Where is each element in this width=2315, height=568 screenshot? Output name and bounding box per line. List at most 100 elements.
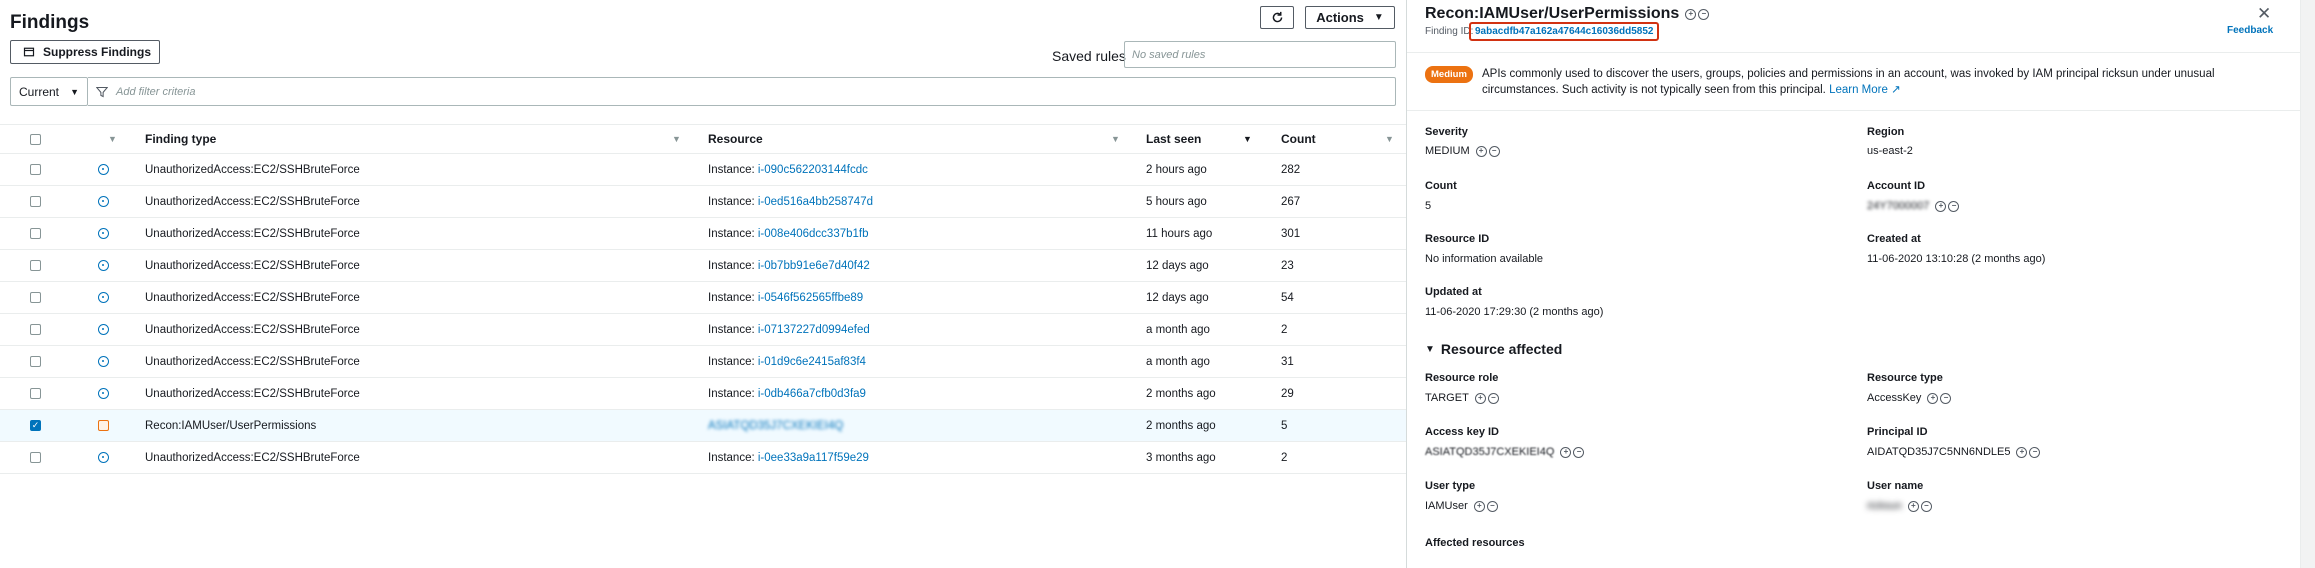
col-last-seen[interactable]: Last seen (1146, 125, 1201, 153)
row-checkbox[interactable] (30, 292, 41, 303)
resource-link[interactable]: i-0ee33a9a117f59e29 (758, 452, 869, 464)
zoom-out-icon[interactable]: − (1487, 392, 1499, 404)
resource-cell: Instance: i-0ee33a9a117f59e29 (708, 442, 869, 473)
table-row[interactable]: UnauthorizedAccess:EC2/SSHBruteForce Inst… (0, 154, 1406, 186)
resource-link[interactable]: i-008e406dcc337b1fb (758, 228, 869, 240)
count-cell: 282 (1281, 163, 1301, 176)
resource-link[interactable]: i-0ed516a4bb258747d (758, 196, 873, 208)
row-checkbox[interactable] (30, 228, 41, 239)
select-all-checkbox[interactable] (30, 133, 41, 145)
table-row[interactable]: UnauthorizedAccess:EC2/SSHBruteForce Inst… (0, 186, 1406, 218)
row-checkbox[interactable] (30, 388, 41, 399)
finding-id-value[interactable]: 9abacdfb47a162a47644c16036dd5852 (1469, 22, 1660, 41)
feedback-link[interactable]: Feedback (2227, 25, 2273, 36)
row-checkbox[interactable] (30, 260, 41, 271)
resource-affected-section[interactable]: ▼ Resource affected (1425, 341, 1562, 357)
count-cell: 31 (1281, 355, 1294, 368)
row-checkbox[interactable] (30, 324, 41, 335)
current-filter-select[interactable]: Current ▼ (10, 77, 88, 106)
zoom-in-icon[interactable]: + (1473, 500, 1485, 512)
col-resource[interactable]: Resource (708, 125, 763, 153)
zoom-in-icon[interactable]: + (1927, 392, 1939, 404)
row-checkbox[interactable] (30, 452, 41, 463)
refresh-button[interactable] (1260, 6, 1294, 29)
detail-title-text: Recon:IAMUser/UserPermissions (1425, 5, 1680, 22)
resource-prefix: Instance: (708, 163, 758, 176)
learn-more-link[interactable]: Learn More ↗ (1829, 84, 1901, 96)
severity-badge: Medium (1425, 66, 1473, 83)
table-row[interactable]: UnauthorizedAccess:EC2/SSHBruteForce Inst… (0, 442, 1406, 474)
table-row[interactable]: ✓ Recon:IAMUser/UserPermissions ASIATQD35J… (0, 410, 1406, 442)
filter-caret-icon[interactable]: ▼ (672, 134, 681, 144)
filter-input[interactable]: Add filter criteria (88, 77, 1396, 106)
resource-link[interactable]: i-0b7bb91e6e7d40f42 (758, 260, 870, 272)
table-row[interactable]: UnauthorizedAccess:EC2/SSHBruteForce Inst… (0, 346, 1406, 378)
zoom-out-icon[interactable]: − (1488, 145, 1500, 157)
finding-type-cell[interactable]: UnauthorizedAccess:EC2/SSHBruteForce (145, 154, 360, 185)
zoom-out-icon[interactable]: − (1698, 8, 1710, 20)
finding-type-cell[interactable]: UnauthorizedAccess:EC2/SSHBruteForce (145, 250, 360, 281)
resource-role-label: Resource role (1425, 372, 1499, 384)
finding-type-cell[interactable]: UnauthorizedAccess:EC2/SSHBruteForce (145, 378, 360, 409)
row-checkbox[interactable] (30, 196, 41, 207)
table-row[interactable]: UnauthorizedAccess:EC2/SSHBruteForce Inst… (0, 314, 1406, 346)
resource-cell: Instance: i-0546f562565ffbe89 (708, 282, 863, 313)
low-severity-icon (98, 388, 109, 399)
account-id-value: 24Y7000007 + − (1867, 200, 1960, 212)
finding-type-cell[interactable]: UnauthorizedAccess:EC2/SSHBruteForce (145, 218, 360, 249)
close-icon[interactable]: ✕ (2257, 4, 2271, 24)
zoom-in-icon[interactable]: + (1907, 500, 1919, 512)
col-finding-type[interactable]: Finding type (145, 125, 216, 153)
zoom-out-icon[interactable]: − (1948, 200, 1960, 212)
zoom-in-icon[interactable]: + (1685, 8, 1697, 20)
filter-caret-icon[interactable]: ▼ (108, 134, 117, 144)
row-checkbox[interactable]: ✓ (30, 420, 41, 431)
zoom-in-icon[interactable]: + (1560, 446, 1572, 458)
last-seen-cell: 5 hours ago (1146, 195, 1207, 208)
resource-link[interactable]: i-01d9c6e2415af83f4 (758, 356, 866, 368)
row-checkbox[interactable] (30, 164, 41, 175)
finding-type-cell[interactable]: Recon:IAMUser/UserPermissions (145, 410, 316, 441)
actions-button[interactable]: Actions ▼ (1305, 6, 1395, 29)
zoom-out-icon[interactable]: − (1920, 500, 1932, 512)
filter-caret-icon[interactable]: ▼ (1385, 134, 1394, 144)
finding-type-cell[interactable]: UnauthorizedAccess:EC2/SSHBruteForce (145, 282, 360, 313)
detail-scrollbar[interactable] (2300, 0, 2315, 568)
finding-type-cell[interactable]: UnauthorizedAccess:EC2/SSHBruteForce (145, 186, 360, 217)
count-cell: 5 (1281, 419, 1288, 432)
finding-description: APIs commonly used to discover the users… (1482, 66, 2252, 98)
zoom-out-icon[interactable]: − (1940, 392, 1952, 404)
region-value: us-east-2 (1867, 145, 1913, 157)
sort-desc-icon[interactable]: ▼ (1243, 134, 1252, 144)
zoom-in-icon[interactable]: + (1475, 145, 1487, 157)
zoom-in-icon[interactable]: + (1935, 200, 1947, 212)
suppress-findings-button[interactable]: Suppress Findings (10, 40, 160, 64)
region-label: Region (1867, 126, 1905, 138)
table-row[interactable]: UnauthorizedAccess:EC2/SSHBruteForce Inst… (0, 378, 1406, 410)
finding-type-cell[interactable]: UnauthorizedAccess:EC2/SSHBruteForce (145, 346, 360, 377)
resource-link[interactable]: i-0546f562565ffbe89 (758, 292, 863, 304)
zoom-in-icon[interactable]: + (1474, 392, 1486, 404)
zoom-out-icon[interactable]: − (2029, 446, 2041, 458)
table-row[interactable]: UnauthorizedAccess:EC2/SSHBruteForce Inst… (0, 250, 1406, 282)
finding-type-cell[interactable]: UnauthorizedAccess:EC2/SSHBruteForce (145, 442, 360, 473)
count-cell: 2 (1281, 323, 1288, 336)
table-row[interactable]: UnauthorizedAccess:EC2/SSHBruteForce Inst… (0, 282, 1406, 314)
resource-prefix: Instance: (708, 323, 758, 336)
table-header: ▼ Finding type ▼ Resource ▼ Last seen ▼ … (0, 124, 1406, 154)
zoom-out-icon[interactable]: − (1573, 446, 1585, 458)
zoom-in-icon[interactable]: + (2016, 446, 2028, 458)
col-count[interactable]: Count (1281, 125, 1316, 153)
resource-link[interactable]: ASIATQD35J7CXEKIEI4Q (708, 420, 843, 432)
finding-type-cell[interactable]: UnauthorizedAccess:EC2/SSHBruteForce (145, 314, 360, 345)
actions-label: Actions (1316, 10, 1364, 25)
saved-rules-select[interactable]: No saved rules (1124, 41, 1396, 68)
zoom-out-icon[interactable]: − (1486, 500, 1498, 512)
findings-table: ▼ Finding type ▼ Resource ▼ Last seen ▼ … (0, 124, 1406, 474)
filter-caret-icon[interactable]: ▼ (1111, 134, 1120, 144)
resource-link[interactable]: i-090c562203144fcdc (758, 164, 868, 176)
resource-link[interactable]: i-0db466a7cfb0d3fa9 (758, 388, 866, 400)
resource-link[interactable]: i-07137227d0994efed (758, 324, 870, 336)
row-checkbox[interactable] (30, 356, 41, 367)
table-row[interactable]: UnauthorizedAccess:EC2/SSHBruteForce Inst… (0, 218, 1406, 250)
